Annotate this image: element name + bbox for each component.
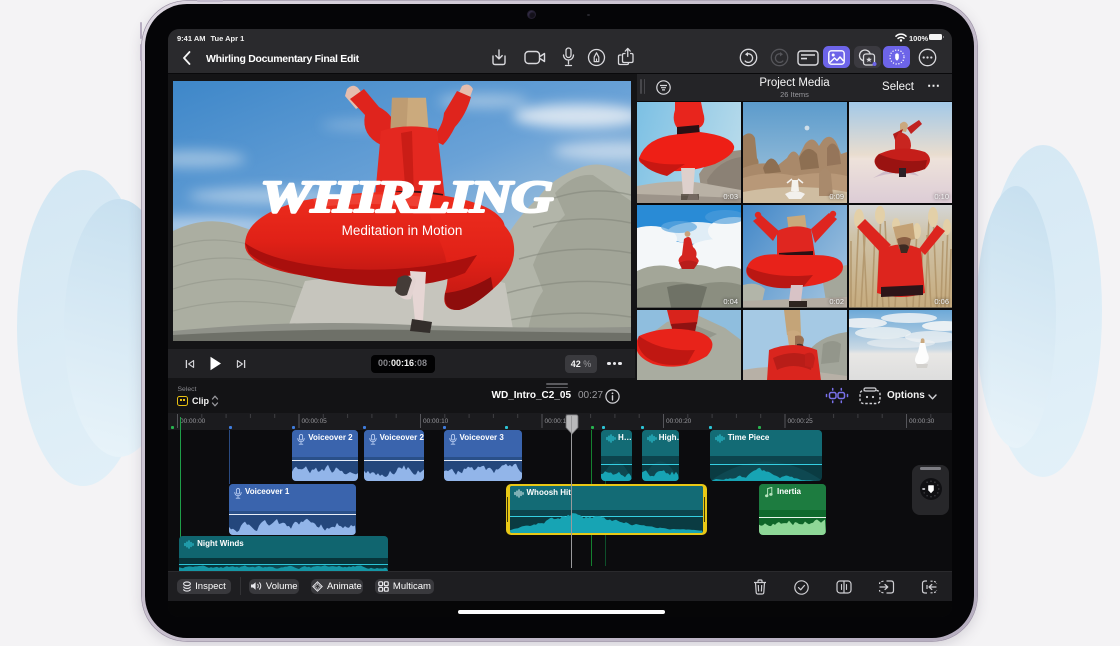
svg-text:WHIRLING: WHIRLING xyxy=(260,173,553,222)
svg-text:Meditation in Motion: Meditation in Motion xyxy=(341,223,462,238)
